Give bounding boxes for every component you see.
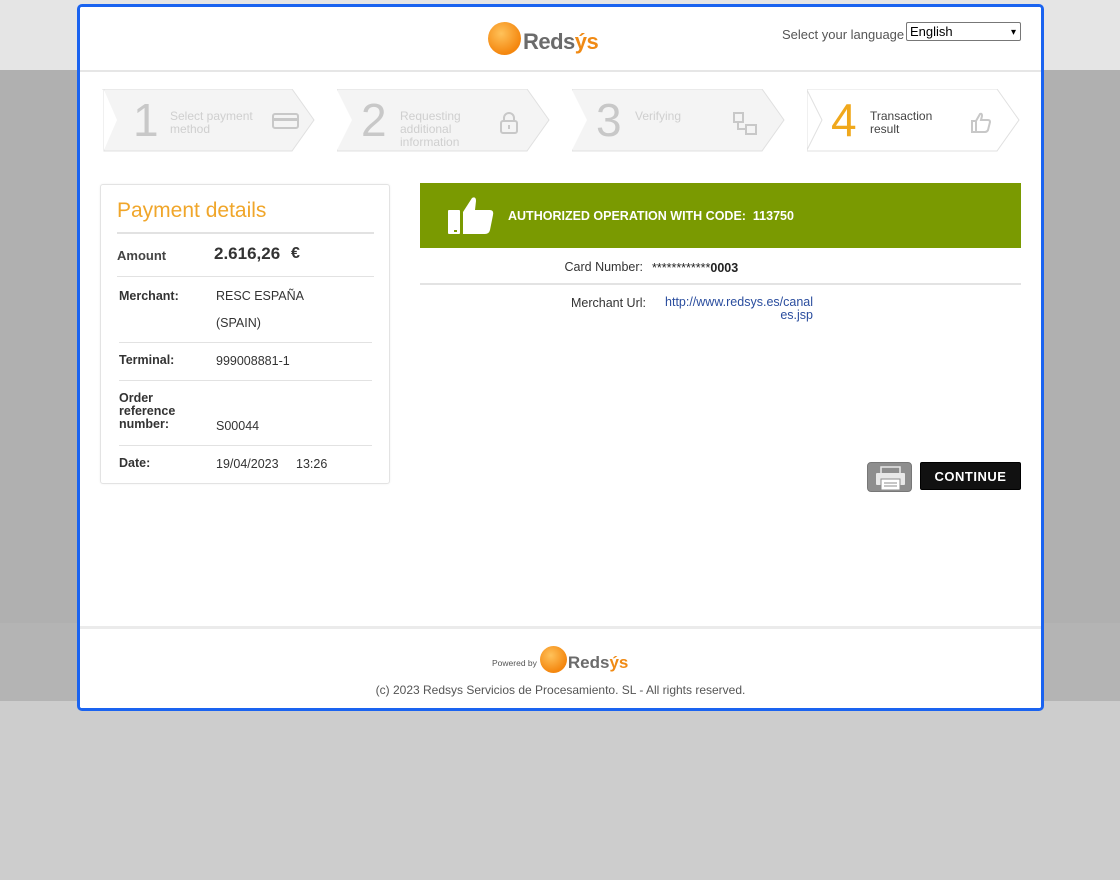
lock-icon xyxy=(500,112,518,134)
divider xyxy=(420,283,1021,285)
step-number: 3 xyxy=(596,94,622,146)
redsys-logo: Redsýs xyxy=(488,17,603,59)
step-4: 4 Transaction result xyxy=(807,89,1022,153)
step-1: 1 Select payment method xyxy=(102,89,317,153)
step-number: 2 xyxy=(361,94,387,146)
header: Redsýs Select your language English ▾ xyxy=(80,7,1041,72)
payment-details-title: Payment details xyxy=(117,199,267,222)
merchant-value-line1: RESC ESPAÑA xyxy=(216,289,304,303)
step-label: Requesting additional information xyxy=(400,109,461,149)
step-label: Select payment method xyxy=(170,109,253,136)
print-button[interactable] xyxy=(867,462,912,492)
logo-ball-icon xyxy=(539,645,567,673)
date-value: 19/04/2023 xyxy=(216,457,279,471)
payment-window: Redsýs Select your language English ▾ 1 … xyxy=(77,4,1044,711)
logo-ball-icon xyxy=(488,21,521,55)
amount-value: 2.616,26 xyxy=(214,244,281,263)
authorization-message: AUTHORIZED OPERATION WITH CODE: 113750 xyxy=(508,209,794,223)
card-number-label: Card Number: xyxy=(564,260,644,274)
step-2: 2 Requesting additional information xyxy=(337,89,552,153)
divider xyxy=(119,342,372,343)
order-reference-value: S00044 xyxy=(216,419,260,433)
authorization-code: 113750 xyxy=(752,209,794,223)
payment-details-panel: Payment details Amount 2.616,26 € Mercha… xyxy=(100,184,390,484)
time-value: 13:26 xyxy=(296,457,328,471)
terminal-label: Terminal: xyxy=(119,353,175,367)
powered-by-logo: Powered by Redsýs xyxy=(492,644,628,674)
transfer-icon xyxy=(733,112,757,135)
step-3: 3 Verifying xyxy=(572,89,787,153)
merchant-url-label: Merchant Url: xyxy=(570,296,646,310)
card-number-value: ************0003 xyxy=(652,261,739,275)
step-label: Transaction result xyxy=(870,109,933,136)
merchant-value-line2: (SPAIN) xyxy=(216,316,261,330)
date-label: Date: xyxy=(119,456,151,470)
currency-symbol: € xyxy=(291,245,300,262)
step-number: 4 xyxy=(831,94,857,146)
divider xyxy=(119,380,372,381)
continue-button[interactable]: CONTINUE xyxy=(920,462,1021,490)
divider xyxy=(119,445,372,446)
footer: Powered by Redsýs (c) 2023 Redsys Servic… xyxy=(80,626,1041,708)
step-label: Verifying xyxy=(635,109,682,123)
language-select[interactable]: English ▾ xyxy=(906,22,1021,41)
terminal-value: 999008881-1 xyxy=(216,354,290,368)
credit-card-icon xyxy=(272,113,299,129)
chevron-down-icon: ▾ xyxy=(1010,27,1016,38)
authorization-banner: AUTHORIZED OPERATION WITH CODE: 113750 xyxy=(420,183,1021,248)
thumbs-up-icon xyxy=(971,112,992,133)
step-number: 1 xyxy=(133,94,159,146)
printer-icon xyxy=(876,466,905,491)
divider xyxy=(117,276,374,277)
amount-label: Amount xyxy=(117,248,167,263)
thumbs-up-icon xyxy=(448,197,494,234)
merchant-url-link[interactable]: http://www.redsys.es/canal es.jsp xyxy=(652,296,813,322)
order-reference-label: Order reference number: xyxy=(119,391,176,431)
merchant-label: Merchant: xyxy=(119,289,179,303)
divider xyxy=(117,232,374,234)
copyright-text: (c) 2023 Redsys Servicios de Procesamien… xyxy=(375,683,746,697)
language-label: Select your language xyxy=(782,27,905,42)
